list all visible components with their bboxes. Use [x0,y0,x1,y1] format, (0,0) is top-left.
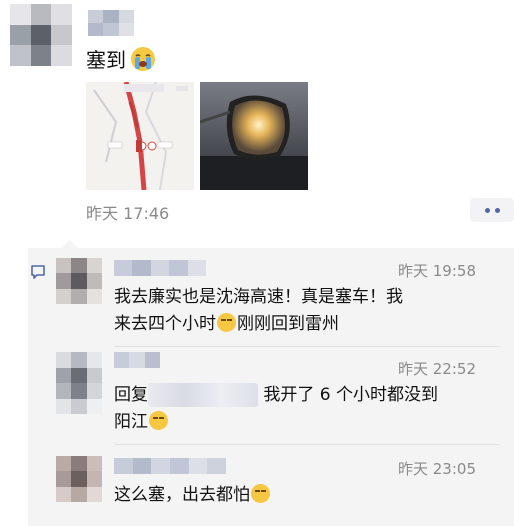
comment-2-main: 我开了 6 个小时都没到 [263,385,439,405]
comment-3-avatar[interactable] [56,456,102,502]
comment-1-line-1: 我去廉实也是沈海高速！真是塞车！我 [114,287,403,307]
comments-caret [62,240,78,248]
comment-bubble-icon [30,264,46,284]
comment-3-line: 这么塞，出去都怕 [114,485,250,505]
post-text-row: 塞到 [86,44,156,73]
comment-3-time: 昨天 23:05 [398,460,476,478]
laughing-tears-icon [149,411,168,430]
reply-target-name[interactable] [148,383,258,407]
post-author-name[interactable] [88,10,134,36]
reply-prefix: 回复 [114,385,148,405]
laughing-tears-icon [251,484,270,503]
post-avatar[interactable] [10,4,72,66]
comment-1-line-2a: 来去四个小时 [114,314,216,334]
dot-icon [494,207,500,213]
comment-2-line-1: 回复 我开了 6 个小时都没到 [114,382,494,409]
laughing-tears-icon [217,313,236,332]
comment-2-author[interactable] [114,352,160,368]
comment-1-avatar[interactable] [56,258,102,304]
post-text: 塞到 [86,48,126,72]
comment-divider-2 [114,444,500,445]
more-options-button[interactable] [470,198,514,222]
photo-thumbnail[interactable] [200,82,308,190]
map-thumbnail[interactable] [86,82,194,190]
comment-2-time: 昨天 22:52 [398,360,476,378]
post-time: 昨天 17:46 [86,204,170,223]
dot-icon [484,207,490,213]
comment-divider-1 [114,346,500,347]
comment-1-line-2b: 刚刚回到雷州 [237,314,339,334]
comment-2-line-2: 阳江 [114,409,494,436]
crying-face-icon [130,46,156,72]
comment-2-avatar[interactable] [56,352,102,414]
comment-1-author[interactable] [114,260,206,276]
comment-1-time: 昨天 19:58 [398,262,476,280]
comment-3-text: 这么塞，出去都怕 [114,482,494,509]
comment-1-text: 我去廉实也是沈海高速！真是塞车！我 来去四个小时 刚刚回到雷州 [114,284,494,338]
comment-3-author[interactable] [114,458,226,474]
comment-2-text: 回复 我开了 6 个小时都没到 阳江 [114,382,494,436]
comment-1-line-2: 来去四个小时 刚刚回到雷州 [114,311,494,338]
comment-2-line-2-text: 阳江 [114,412,148,432]
